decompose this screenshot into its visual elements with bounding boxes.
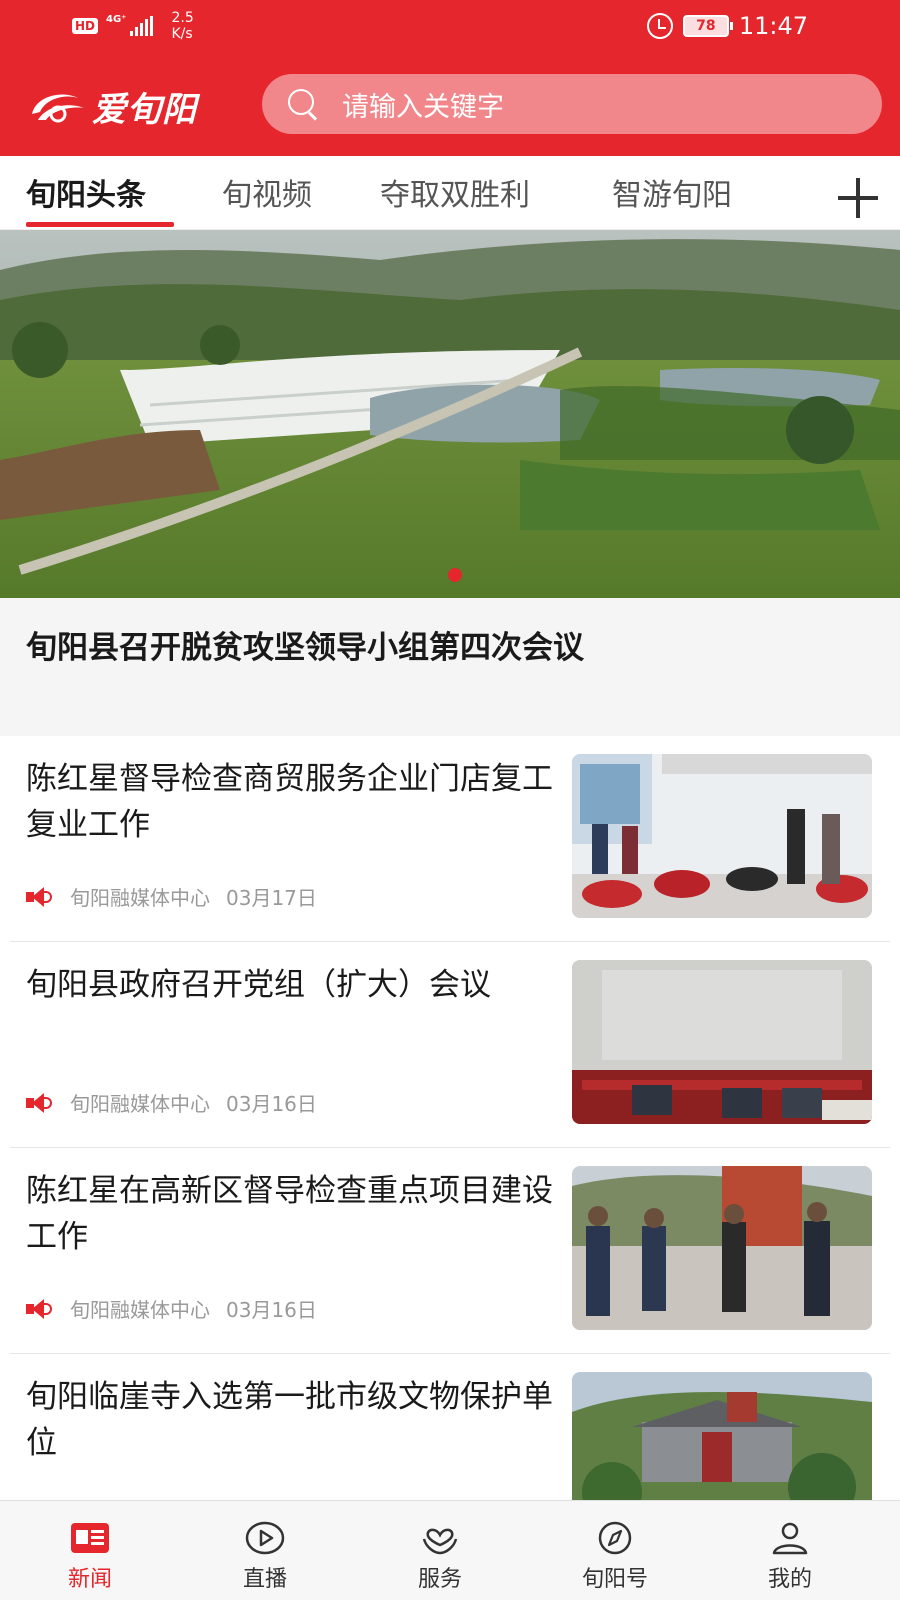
news-title: 陈红星在高新区督导检查重点项目建设工作 xyxy=(26,1173,553,1255)
play-icon xyxy=(245,1521,285,1555)
news-item[interactable]: 陈红星在高新区督导检查重点项目建设工作 旬阳融媒体中心 03月16日 xyxy=(0,1148,900,1354)
speed-value: 2.5 xyxy=(171,10,194,26)
news-date: 03月16日 xyxy=(226,1298,317,1322)
bottom-navigation: 新闻 直播 服务 旬阳号 我的 xyxy=(0,1500,900,1600)
hd-badge: HD xyxy=(72,18,99,34)
banner-image xyxy=(0,230,900,598)
news-title: 旬阳临崖寺入选第一批市级文物保护单位 xyxy=(26,1379,553,1461)
news-date: 03月16日 xyxy=(226,1092,317,1116)
news-title: 陈红星督导检查商贸服务企业门店复工复业工作 xyxy=(26,761,553,843)
search-bar[interactable]: 请输入关键字 xyxy=(262,74,882,134)
news-source: 旬阳融媒体中心 xyxy=(70,886,210,910)
active-tab-indicator xyxy=(26,222,174,227)
nav-label: 旬阳号 xyxy=(581,1567,648,1592)
news-item[interactable]: 旬阳县政府召开党组（扩大）会议 旬阳融媒体中心 03月16日 xyxy=(0,942,900,1148)
status-bar: HD 4G⁺ 2.5 K/s 78 11:47 xyxy=(0,0,900,56)
nav-service[interactable]: 服务 xyxy=(350,1501,530,1600)
news-date: 03月17日 xyxy=(226,886,317,910)
news-source: 旬阳融媒体中心 xyxy=(70,1092,210,1116)
tab-headlines[interactable]: 旬阳头条 xyxy=(26,170,146,214)
status-right: 78 11:47 xyxy=(646,12,808,40)
banner-caption: 旬阳县召开脱贫攻坚领导小组第四次会议 xyxy=(26,630,584,666)
service-heart-icon xyxy=(422,1528,458,1555)
nav-xunyang-account[interactable]: 旬阳号 xyxy=(525,1501,705,1600)
news-thumbnail xyxy=(572,754,872,918)
speaker-icon[interactable] xyxy=(26,1298,52,1320)
nav-news[interactable]: 新闻 xyxy=(0,1501,180,1600)
app-logo[interactable]: 爱旬阳 xyxy=(28,82,197,131)
compass-icon xyxy=(598,1521,632,1555)
search-placeholder: 请输入关键字 xyxy=(342,91,504,123)
battery-icon: 78 xyxy=(682,15,733,37)
banner-caption-area[interactable]: 旬阳县召开脱贫攻坚领导小组第四次会议 xyxy=(0,598,900,736)
signal-icon xyxy=(130,16,154,36)
nav-label: 我的 xyxy=(767,1567,812,1592)
tab-smart-tour[interactable]: 智游旬阳 xyxy=(612,170,732,214)
nav-live[interactable]: 直播 xyxy=(175,1501,355,1600)
add-channel-icon[interactable] xyxy=(838,178,878,218)
logo-text: 爱旬阳 xyxy=(92,90,197,130)
user-icon xyxy=(772,1522,808,1555)
logo-swirl-icon xyxy=(32,94,84,122)
news-title: 旬阳县政府召开党组（扩大）会议 xyxy=(26,967,491,1003)
news-source: 旬阳融媒体中心 xyxy=(70,1298,210,1322)
news-meta: 旬阳融媒体中心 03月16日 xyxy=(26,1294,317,1323)
nav-mine[interactable]: 我的 xyxy=(700,1501,880,1600)
network-type: 4G⁺ xyxy=(106,14,127,25)
speaker-icon[interactable] xyxy=(26,886,52,908)
news-thumbnail xyxy=(572,960,872,1124)
news-item[interactable]: 陈红星督导检查商贸服务企业门店复工复业工作 旬阳融媒体中心 03月17日 xyxy=(0,736,900,942)
news-meta: 旬阳融媒体中心 03月17日 xyxy=(26,882,317,911)
status-left: HD 4G⁺ 2.5 K/s xyxy=(72,10,194,42)
nav-label: 直播 xyxy=(242,1567,287,1592)
alarm-icon xyxy=(646,13,673,39)
nav-label: 服务 xyxy=(417,1567,462,1592)
nav-label: 新闻 xyxy=(67,1567,112,1592)
speed-unit: K/s xyxy=(171,26,193,42)
status-time: 11:47 xyxy=(738,12,808,40)
speaker-icon[interactable] xyxy=(26,1092,52,1114)
banner-carousel[interactable] xyxy=(0,230,900,598)
tab-double-victory[interactable]: 夺取双胜利 xyxy=(380,170,530,214)
channel-tabs: 旬阳头条 旬视频 夺取双胜利 智游旬阳 xyxy=(0,156,900,230)
news-meta: 旬阳融媒体中心 03月16日 xyxy=(26,1088,317,1117)
tab-video[interactable]: 旬视频 xyxy=(222,170,312,214)
news-icon xyxy=(71,1523,109,1553)
search-icon xyxy=(288,89,318,119)
signal-group: 4G⁺ xyxy=(106,10,154,36)
network-speed: 2.5 K/s xyxy=(171,10,193,42)
news-thumbnail xyxy=(572,1166,872,1330)
app-header: HD 4G⁺ 2.5 K/s 78 11:47 爱旬阳 请输入关键字 xyxy=(0,0,900,156)
carousel-dot-indicator xyxy=(448,568,462,582)
